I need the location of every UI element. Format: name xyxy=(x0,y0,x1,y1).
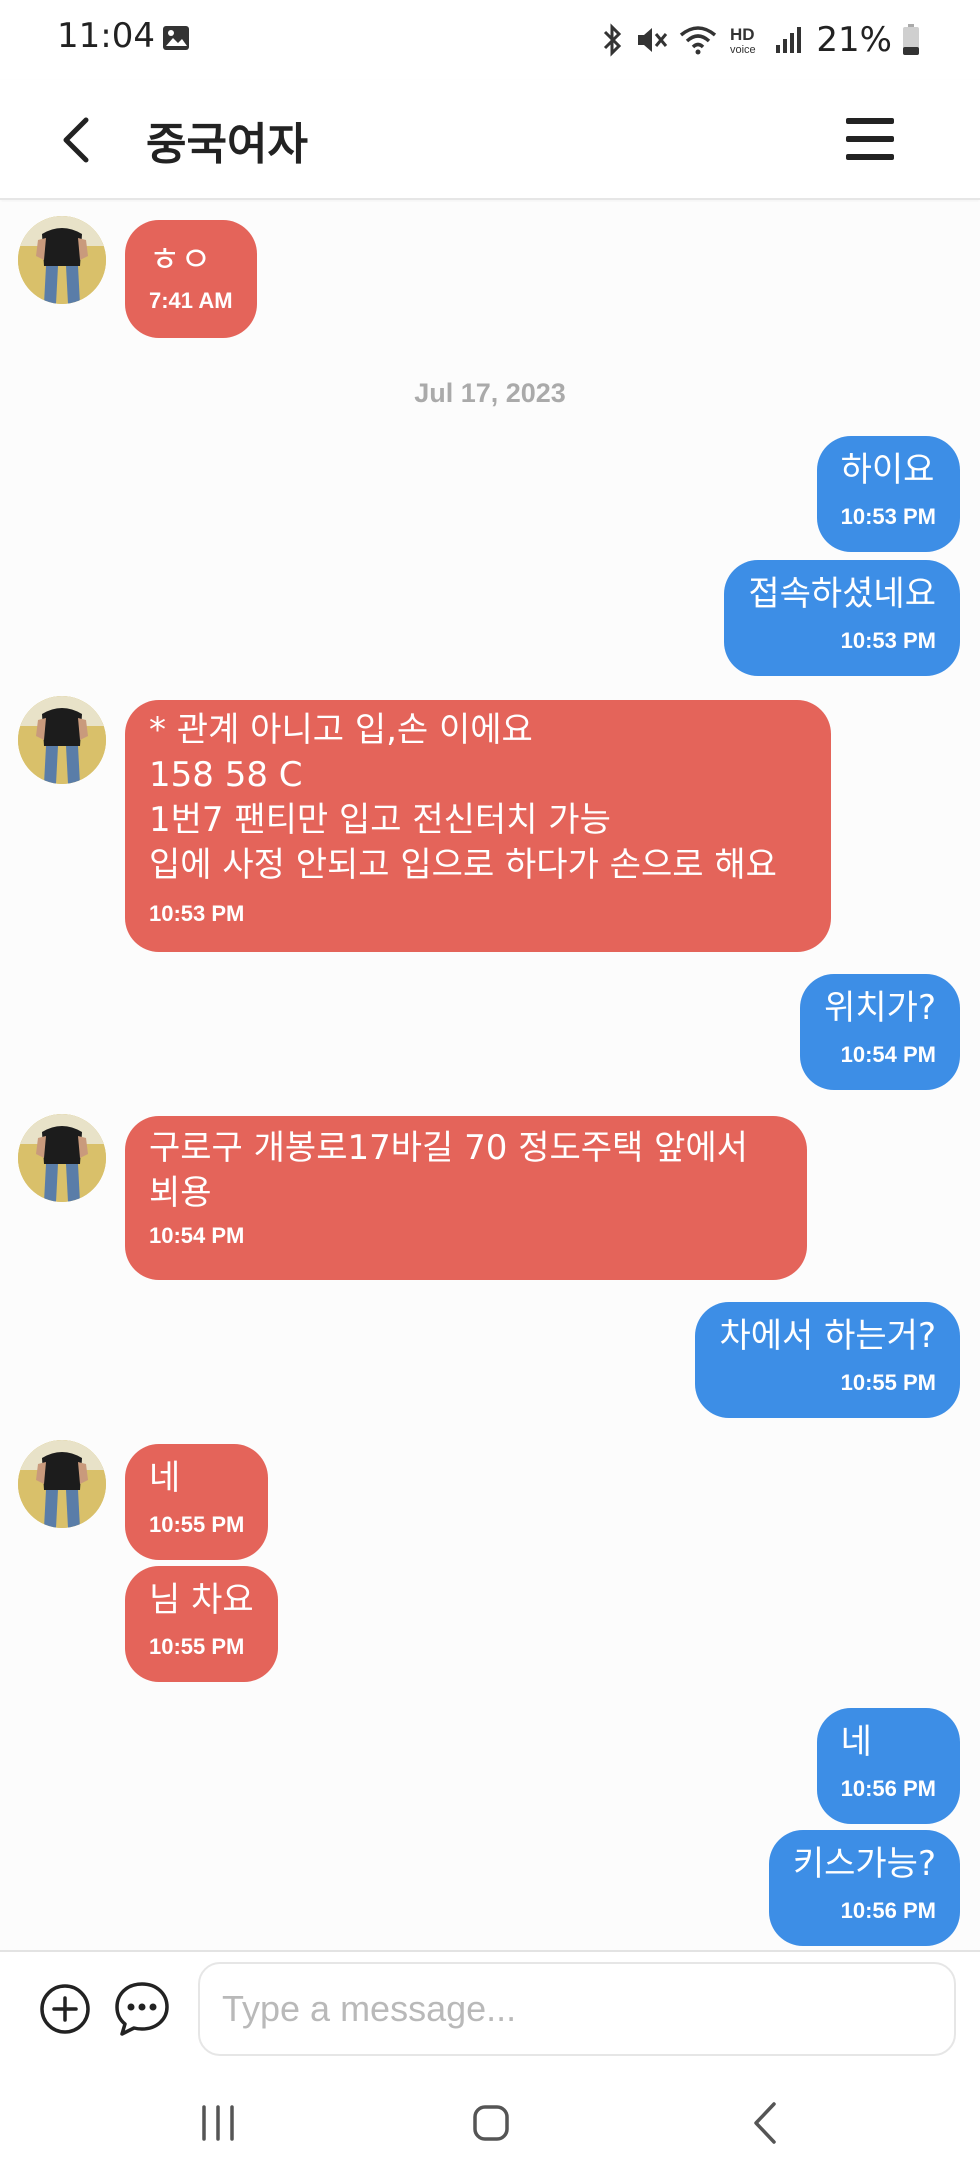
avatar-image xyxy=(18,1114,106,1202)
message-time: 10:55 PM xyxy=(149,1634,245,1659)
avatar-image xyxy=(18,1440,106,1528)
status-icons: HD voice 21% xyxy=(600,16,920,64)
message-time: 7:41 AM xyxy=(149,288,233,313)
message-bubble-outgoing[interactable]: 위치가? 10:54 PM xyxy=(800,974,960,1090)
message-time: 10:54 PM xyxy=(840,1042,936,1067)
message-text: 네 xyxy=(149,1458,181,1498)
message-bubble-incoming[interactable]: 구로구 개봉로17바길 70 정도주택 앞에서 뵈용 10:54 PM xyxy=(125,1116,807,1280)
message-bubble-outgoing[interactable]: 키스가능? 10:56 PM xyxy=(768,1830,960,1946)
date-separator: Jul 17, 2023 xyxy=(414,378,566,408)
menu-line xyxy=(846,118,894,124)
mute-icon xyxy=(638,28,668,52)
message-text: 님 차요 xyxy=(149,1580,254,1620)
chevron-left-icon xyxy=(63,117,89,163)
image-icon xyxy=(163,26,189,50)
status-bar: 11:04 HD voice 21% xyxy=(0,0,980,80)
message-bubble-outgoing[interactable]: 접속하셨네요 10:53 PM xyxy=(724,560,960,676)
status-time: 11:04 xyxy=(57,16,155,56)
message-time: 10:54 PM xyxy=(149,1223,245,1248)
message-text: 키스가능? xyxy=(792,1844,936,1884)
message-bubble-outgoing[interactable]: 차에서 하는거? 10:55 PM xyxy=(695,1302,960,1418)
contact-avatar[interactable] xyxy=(18,216,106,304)
menu-line xyxy=(846,154,894,160)
message-time: 10:56 PM xyxy=(840,1776,936,1801)
message-text: * 관계 아니고 입,손 이에요 158 58 C 1번7 팬티만 입고 전신터… xyxy=(149,710,777,885)
message-bubble-outgoing[interactable]: 네 10:56 PM xyxy=(816,1708,960,1824)
message-time: 10:53 PM xyxy=(149,901,245,926)
plus-circle-icon[interactable] xyxy=(38,1982,92,2036)
message-text: 하이요 xyxy=(840,450,935,490)
message-bubble-incoming[interactable]: 네 10:55 PM xyxy=(125,1444,269,1560)
avatar-image xyxy=(18,216,106,304)
signal-icon xyxy=(776,27,802,53)
bluetooth-icon xyxy=(604,23,622,57)
chat-header: 중국여자 xyxy=(0,80,980,200)
contact-avatar[interactable] xyxy=(18,1440,106,1528)
message-time: 10:53 PM xyxy=(840,504,936,529)
battery-percent: 21% xyxy=(816,20,892,60)
avatar-image xyxy=(18,696,106,784)
message-time: 10:55 PM xyxy=(840,1370,936,1395)
svg-text:HD: HD xyxy=(730,25,755,44)
message-bubble-incoming[interactable]: 님 차요 10:55 PM xyxy=(125,1566,278,1682)
home-icon[interactable] xyxy=(472,2104,510,2142)
recent-apps-icon[interactable] xyxy=(198,2104,238,2142)
contact-avatar[interactable] xyxy=(18,696,106,784)
chat-history[interactable]: ㅎㅇ 7:41 AM Jul 17, 2023 하이요 10:53 PM 접속하… xyxy=(0,202,980,1950)
message-time: 10:56 PM xyxy=(840,1898,936,1923)
message-text: 구로구 개봉로17바길 70 정도주택 앞에서 뵈용 xyxy=(149,1128,748,1213)
message-bubble-outgoing[interactable]: 하이요 10:53 PM xyxy=(816,436,960,552)
hamburger-menu-icon[interactable] xyxy=(842,112,898,166)
message-text: 위치가? xyxy=(824,988,936,1028)
back-button[interactable] xyxy=(50,110,100,170)
message-composer xyxy=(0,1950,980,2060)
message-text: ㅎㅇ xyxy=(149,240,212,280)
message-input[interactable] xyxy=(198,1962,956,2056)
message-text: 차에서 하는거? xyxy=(719,1316,936,1356)
chat-bubble-icon[interactable] xyxy=(112,1979,172,2039)
back-icon[interactable] xyxy=(750,2100,780,2146)
message-text: 네 xyxy=(840,1722,872,1762)
menu-line xyxy=(846,136,894,142)
svg-text:voice: voice xyxy=(730,44,756,56)
conversation-title: 중국여자 xyxy=(146,119,308,170)
message-time: 10:53 PM xyxy=(840,628,936,653)
wifi-icon xyxy=(680,26,717,55)
hd-voice-icon: HD voice xyxy=(730,25,756,56)
contact-avatar[interactable] xyxy=(18,1114,106,1202)
battery-icon xyxy=(903,24,919,55)
message-bubble-incoming[interactable]: ㅎㅇ 7:41 AM xyxy=(125,220,257,338)
message-time: 10:55 PM xyxy=(149,1512,245,1537)
message-text: 접속하셨네요 xyxy=(748,574,936,614)
message-bubble-incoming[interactable]: * 관계 아니고 입,손 이에요 158 58 C 1번7 팬티만 입고 전신터… xyxy=(125,700,831,952)
system-nav-bar xyxy=(0,2060,980,2177)
